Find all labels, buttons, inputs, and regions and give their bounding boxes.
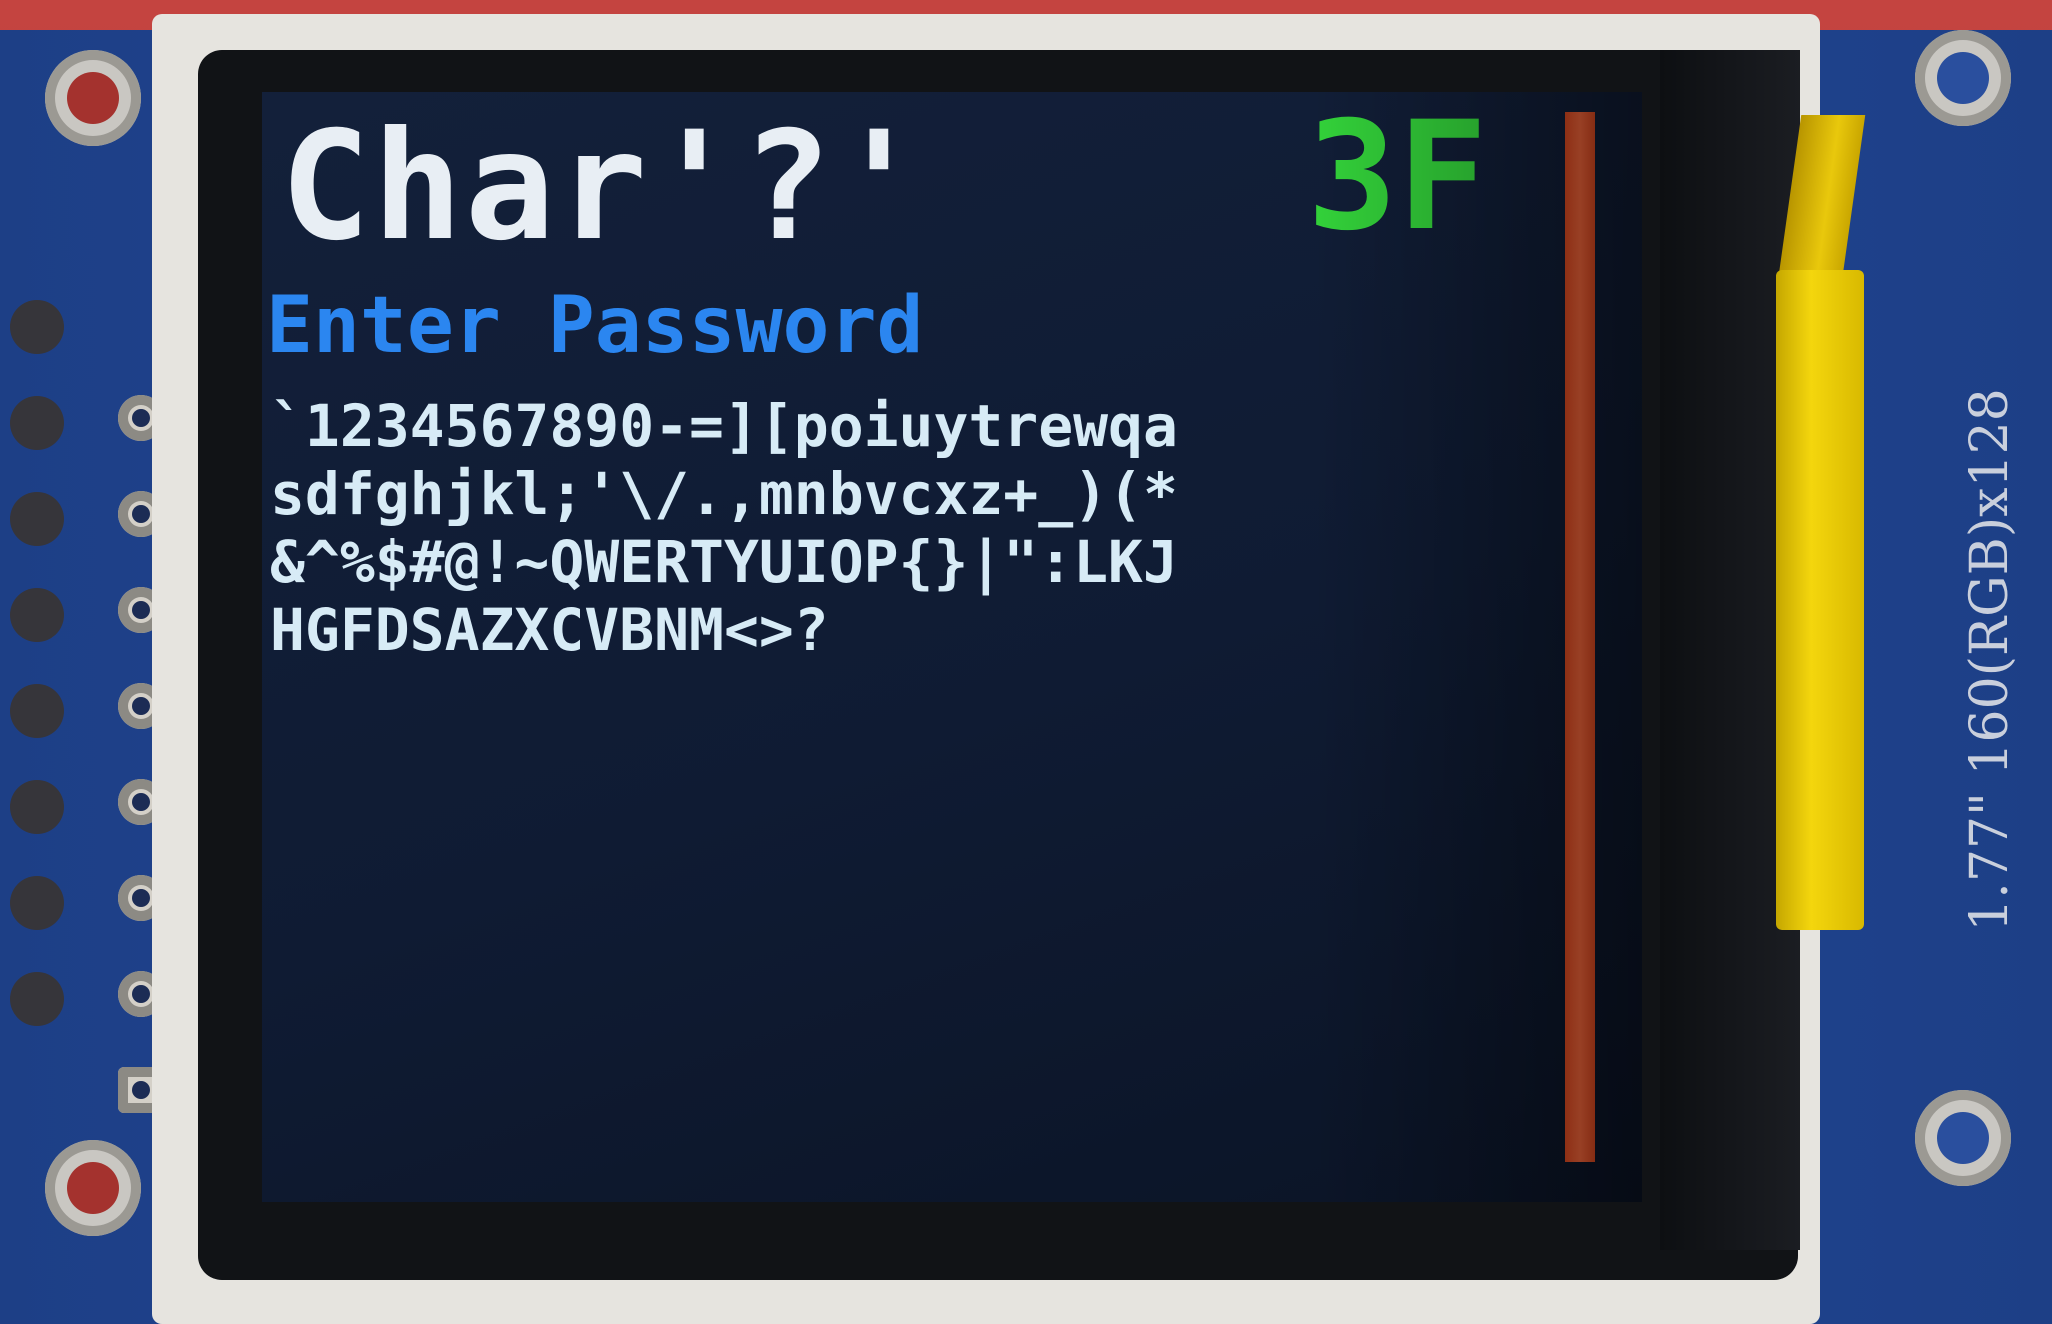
header-pin bbox=[10, 300, 64, 354]
header-pin bbox=[10, 588, 64, 642]
header-pin bbox=[10, 492, 64, 546]
header-pin bbox=[10, 780, 64, 834]
header-pin bbox=[10, 396, 64, 450]
photo-scene: Char'?' 3F Enter Password `1234567890-=]… bbox=[0, 0, 2052, 1324]
header-pin bbox=[10, 876, 64, 930]
mount-hole-top-left bbox=[45, 50, 141, 146]
header-pins bbox=[10, 300, 90, 1068]
mount-hole-top-right bbox=[1915, 30, 2011, 126]
header-pin bbox=[10, 972, 64, 1026]
lcd-screen: Char'?' 3F Enter Password `1234567890-=]… bbox=[262, 92, 1642, 1202]
lcd-shading bbox=[1312, 92, 1642, 1202]
screen-title: Char'?' bbox=[280, 100, 927, 274]
board-label: 1.77" 160(RGB)x128 bbox=[1960, 388, 2020, 932]
flex-cable bbox=[1776, 270, 1864, 930]
password-prompt: Enter Password bbox=[266, 281, 924, 371]
mount-hole-bottom-right bbox=[1915, 1090, 2011, 1186]
header-pin bbox=[10, 684, 64, 738]
